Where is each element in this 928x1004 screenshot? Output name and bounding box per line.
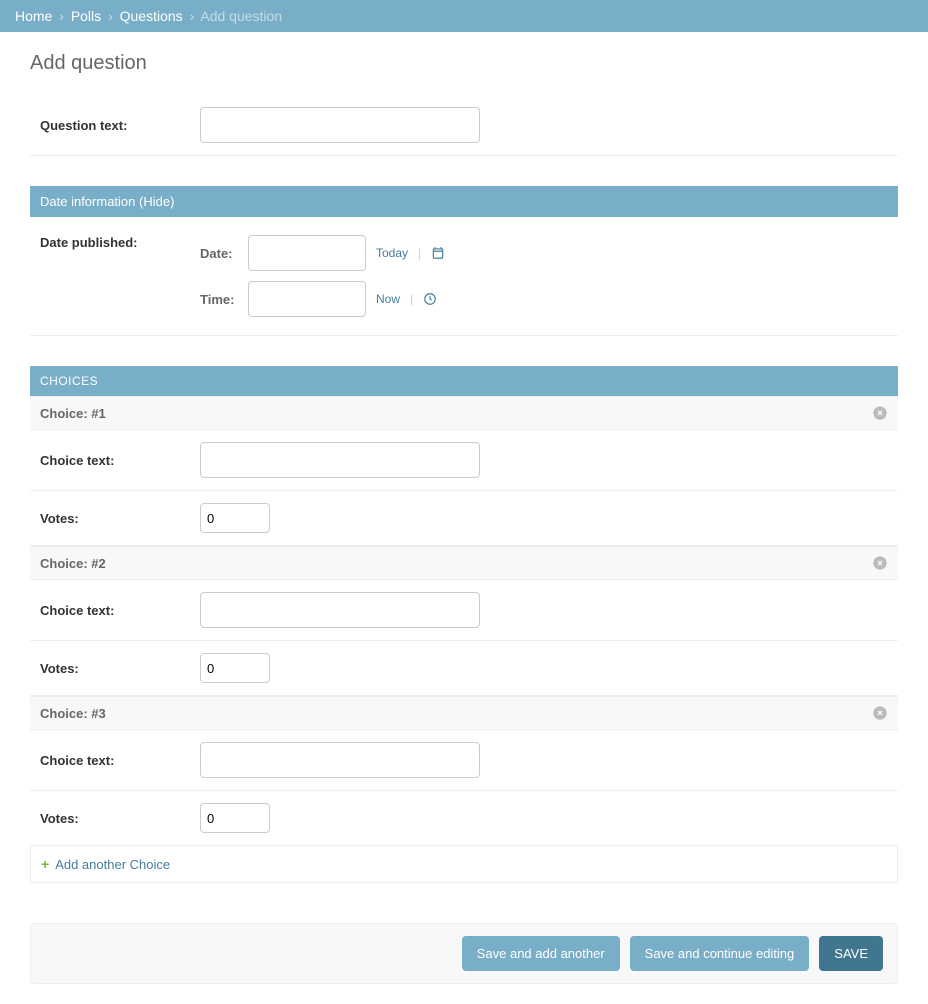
choice-text-label: Choice text: [40, 603, 200, 618]
datetime-group: Date: Today | Time: Now | [200, 235, 445, 317]
date-row: Date: Today | [200, 235, 445, 271]
question-text-input[interactable] [200, 107, 480, 143]
delete-icon[interactable] [872, 555, 888, 571]
submit-row: Save and add another Save and continue e… [30, 923, 898, 984]
shortcut-separator: | [410, 292, 413, 306]
choice-text-row: Choice text: [30, 730, 898, 791]
save-add-another-button[interactable]: Save and add another [462, 936, 620, 971]
calendar-icon[interactable] [431, 246, 445, 260]
time-sublabel: Time: [200, 292, 238, 307]
main-content: Add question Question text: Date informa… [0, 32, 928, 1004]
votes-label: Votes: [40, 511, 200, 526]
date-published-label: Date published: [40, 235, 200, 250]
save-continue-button[interactable]: Save and continue editing [630, 936, 810, 971]
time-input[interactable] [248, 281, 366, 317]
hide-toggle[interactable]: (Hide) [139, 194, 174, 209]
date-information-header: Date information (Hide) [30, 186, 898, 217]
shortcut-separator: | [418, 246, 421, 260]
add-another-choice-link[interactable]: + Add another Choice [41, 856, 170, 872]
votes-label: Votes: [40, 811, 200, 826]
breadcrumb-questions[interactable]: Questions [120, 8, 183, 24]
today-link[interactable]: Today [376, 246, 408, 260]
choice-item: Choice: #1 Choice text: Votes: [30, 396, 898, 546]
breadcrumb-separator: › [59, 8, 64, 24]
date-sublabel: Date: [200, 246, 238, 261]
choice-2-text-input[interactable] [200, 592, 480, 628]
choice-1-votes-input[interactable] [200, 503, 270, 533]
breadcrumb-polls[interactable]: Polls [71, 8, 101, 24]
choice-1-text-input[interactable] [200, 442, 480, 478]
breadcrumb: Home › Polls › Questions › Add question [0, 0, 928, 32]
choice-text-label: Choice text: [40, 453, 200, 468]
choices-module: CHOICES Choice: #1 Choice text: Votes: C… [30, 366, 898, 883]
date-published-row: Date published: Date: Today | Time: Now … [30, 217, 898, 336]
breadcrumb-home[interactable]: Home [15, 8, 52, 24]
question-text-label: Question text: [40, 118, 200, 133]
breadcrumb-current: Add question [200, 8, 282, 24]
choice-header-label: Choice: #3 [40, 706, 106, 721]
save-button[interactable]: SAVE [819, 936, 883, 971]
add-another-row: + Add another Choice [30, 846, 898, 883]
date-information-module: Date information (Hide) Date published: … [30, 186, 898, 336]
choice-text-row: Choice text: [30, 580, 898, 641]
choice-text-label: Choice text: [40, 753, 200, 768]
choice-2-header: Choice: #2 [30, 546, 898, 580]
page-title: Add question [30, 52, 898, 75]
votes-label: Votes: [40, 661, 200, 676]
add-another-label: Add another Choice [55, 857, 170, 872]
delete-icon[interactable] [872, 705, 888, 721]
choice-1-header: Choice: #1 [30, 396, 898, 430]
time-row: Time: Now | [200, 281, 445, 317]
choice-2-votes-input[interactable] [200, 653, 270, 683]
choice-header-label: Choice: #2 [40, 556, 106, 571]
choices-header: CHOICES [30, 366, 898, 396]
date-input[interactable] [248, 235, 366, 271]
choice-3-votes-input[interactable] [200, 803, 270, 833]
breadcrumb-separator: › [108, 8, 113, 24]
clock-icon[interactable] [423, 292, 437, 306]
votes-row: Votes: [30, 491, 898, 546]
choice-3-text-input[interactable] [200, 742, 480, 778]
question-module: Question text: [30, 95, 898, 156]
choice-item: Choice: #2 Choice text: Votes: [30, 546, 898, 696]
date-info-title: Date information [40, 194, 135, 209]
choice-text-row: Choice text: [30, 430, 898, 491]
delete-icon[interactable] [872, 405, 888, 421]
breadcrumb-separator: › [190, 8, 195, 24]
choice-3-header: Choice: #3 [30, 696, 898, 730]
votes-row: Votes: [30, 641, 898, 696]
choice-item: Choice: #3 Choice text: Votes: [30, 696, 898, 846]
now-link[interactable]: Now [376, 292, 400, 306]
question-text-row: Question text: [30, 95, 898, 156]
votes-row: Votes: [30, 791, 898, 846]
choice-header-label: Choice: #1 [40, 406, 106, 421]
plus-icon: + [41, 856, 49, 872]
